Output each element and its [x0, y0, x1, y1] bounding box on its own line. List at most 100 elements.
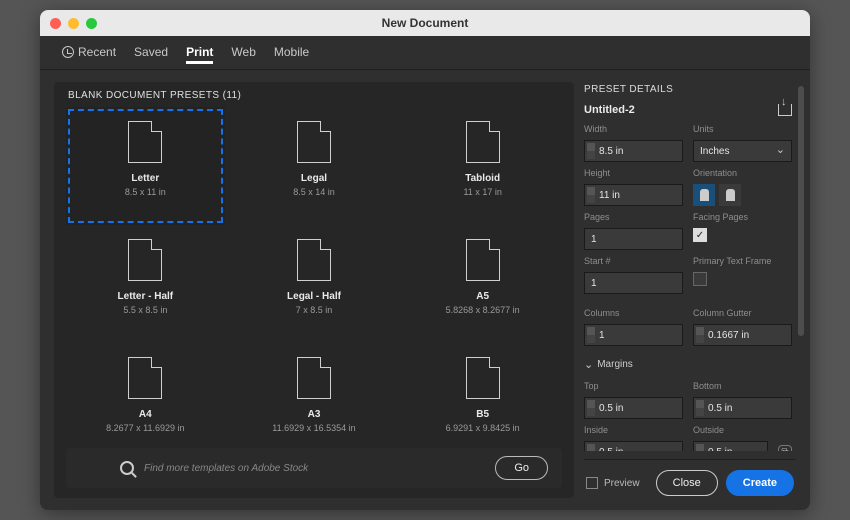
new-document-window: New Document Recent Saved Print Web Mobi…	[40, 10, 810, 510]
preset-tile[interactable]: A55.8268 x 8.2677 in	[403, 225, 562, 343]
orientation-landscape[interactable]	[719, 184, 741, 206]
preset-dimensions: 6.9291 x 9.8425 in	[446, 423, 520, 433]
preset-details-heading: PRESET DETAILS	[584, 82, 792, 101]
preset-tile[interactable]: B5 6.9291 x 9.8425 in	[403, 343, 562, 442]
pages-label: Pages	[584, 212, 683, 222]
nav-mobile[interactable]: Mobile	[274, 45, 309, 61]
margin-inside-field[interactable]: 0.5 in	[584, 441, 683, 451]
primary-text-frame-label: Primary Text Frame	[693, 256, 792, 266]
landscape-icon	[726, 189, 735, 201]
preset-tile[interactable]: Tabloid 11 x 17 in	[403, 107, 562, 225]
preset-tile[interactable]: A4 8.2677 x 11.6929 in	[66, 343, 225, 442]
height-label: Height	[584, 168, 683, 178]
page-icon	[297, 121, 331, 163]
pages-field[interactable]: 1	[584, 228, 683, 250]
presets-grid: Letter 8.5 x 11 in Legal 8.5 x 14 in Tabloid…	[66, 107, 562, 442]
page-icon	[297, 357, 331, 399]
go-button[interactable]: Go	[495, 456, 548, 480]
recent-icon	[62, 46, 74, 58]
window-maximize-dot[interactable]	[86, 18, 97, 29]
preset-name: Legal - Half	[287, 291, 341, 302]
page-icon	[128, 121, 162, 163]
page-icon	[466, 121, 500, 163]
units-label: Units	[693, 124, 792, 134]
nav-saved[interactable]: Saved	[134, 45, 168, 61]
orientation-portrait[interactable]	[693, 184, 715, 206]
preview-toggle[interactable]: Preview	[586, 477, 640, 489]
columns-label: Columns	[584, 308, 683, 318]
document-name[interactable]: Untitled-2	[584, 104, 635, 116]
start-number-label: Start #	[584, 256, 683, 266]
preset-dimensions: 7 x 8.5 in	[296, 305, 333, 315]
margin-top-label: Top	[584, 381, 683, 391]
preset-tile[interactable]: Legal 8.5 x 14 in	[235, 107, 394, 225]
preset-tile[interactable]: Letter - Half 5.5 x 8.5 in	[66, 225, 225, 343]
preset-name: A3	[308, 409, 321, 420]
preset-dimensions: 11.6929 x 16.5354 in	[272, 423, 355, 433]
margin-bottom-field[interactable]: 0.5 in	[693, 397, 792, 419]
margin-top-field[interactable]: 0.5 in	[584, 397, 683, 419]
preset-name: Legal	[301, 173, 327, 184]
margin-bottom-label: Bottom	[693, 381, 792, 391]
page-icon	[466, 239, 500, 281]
margins-section[interactable]: Margins	[584, 358, 792, 371]
preset-name: Letter	[131, 173, 159, 184]
stock-search-row: Find more templates on Adobe Stock Go	[66, 448, 562, 488]
preview-checkbox[interactable]	[586, 477, 598, 489]
create-button[interactable]: Create	[726, 470, 794, 496]
preset-name: Tabloid	[465, 173, 500, 184]
preset-name: A4	[139, 409, 152, 420]
margin-outside-label: Outside	[693, 425, 792, 435]
page-icon	[466, 357, 500, 399]
category-nav: Recent Saved Print Web Mobile	[40, 36, 810, 70]
search-icon	[120, 461, 134, 475]
presets-heading: BLANK DOCUMENT PRESETS (11)	[66, 86, 562, 107]
columns-field[interactable]: 1	[584, 324, 683, 346]
presets-panel: BLANK DOCUMENT PRESETS (11) Letter 8.5 x …	[54, 82, 574, 498]
preset-details-panel: PRESET DETAILS Untitled-2 Width Units 8.…	[584, 82, 796, 498]
preset-name: B5	[476, 409, 489, 420]
page-icon	[128, 357, 162, 399]
facing-pages-label: Facing Pages	[693, 212, 792, 222]
start-number-field[interactable]: 1	[584, 272, 683, 294]
window-title: New Document	[40, 16, 810, 30]
margin-outside-field[interactable]: 0.5 in	[693, 441, 768, 451]
preset-dimensions: 8.2677 x 11.6929 in	[106, 423, 184, 433]
facing-pages-checkbox[interactable]: ✓	[693, 228, 707, 242]
nav-recent[interactable]: Recent	[62, 45, 116, 61]
titlebar: New Document	[40, 10, 810, 36]
preset-tile[interactable]: A3 11.6929 x 16.5354 in	[235, 343, 394, 442]
preset-tile[interactable]: Legal - Half 7 x 8.5 in	[235, 225, 394, 343]
preset-dimensions: 5.8268 x 8.2677 in	[446, 305, 520, 315]
nav-print[interactable]: Print	[186, 45, 213, 64]
orientation-toggle	[693, 184, 792, 206]
preset-tile[interactable]: Letter 8.5 x 11 in	[66, 107, 225, 225]
close-button[interactable]: Close	[656, 470, 718, 496]
margin-inside-label: Inside	[584, 425, 683, 435]
preview-label: Preview	[604, 478, 640, 489]
dialog-footer: Preview Close Create	[584, 459, 796, 498]
preset-dimensions: 11 x 17 in	[463, 187, 501, 197]
height-field[interactable]: 11 in	[584, 184, 683, 206]
column-gutter-field[interactable]: 0.1667 in	[693, 324, 792, 346]
nav-recent-label: Recent	[78, 45, 116, 59]
primary-text-frame-checkbox[interactable]	[693, 272, 707, 286]
stock-search-placeholder[interactable]: Find more templates on Adobe Stock	[144, 463, 485, 474]
nav-web[interactable]: Web	[231, 45, 255, 61]
page-icon	[128, 239, 162, 281]
units-select[interactable]: Inches	[693, 140, 792, 162]
details-scrollbar[interactable]	[798, 86, 804, 336]
width-field[interactable]: 8.5 in	[584, 140, 683, 162]
portrait-icon	[700, 189, 709, 201]
download-preset-icon[interactable]	[778, 104, 792, 116]
preset-dimensions: 8.5 x 14 in	[293, 187, 335, 197]
orientation-label: Orientation	[693, 168, 792, 178]
window-close-dot[interactable]	[50, 18, 61, 29]
preset-name: Letter - Half	[118, 291, 174, 302]
column-gutter-label: Column Gutter	[693, 308, 792, 318]
page-icon	[297, 239, 331, 281]
preset-dimensions: 5.5 x 8.5 in	[123, 305, 167, 315]
window-minimize-dot[interactable]	[68, 18, 79, 29]
preset-dimensions: 8.5 x 11 in	[125, 187, 166, 197]
link-margins-icon[interactable]: ⧉	[778, 445, 792, 451]
